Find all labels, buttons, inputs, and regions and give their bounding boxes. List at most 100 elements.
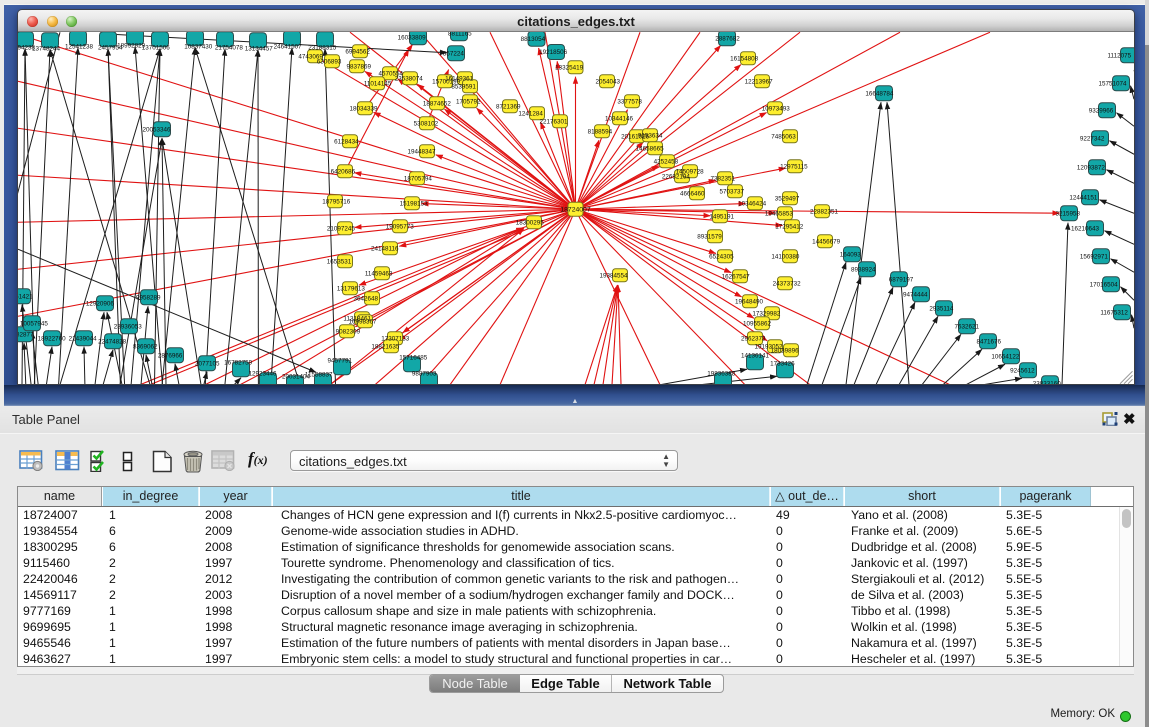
svg-text:9329966: 9329966 bbox=[1089, 107, 1114, 114]
svg-text:8471676: 8471676 bbox=[976, 338, 1001, 345]
svg-text:3642648: 3642648 bbox=[354, 295, 379, 302]
svg-text:11558837: 11558837 bbox=[305, 371, 333, 378]
svg-text:21754078: 21754078 bbox=[215, 44, 244, 51]
svg-text:2876966: 2876966 bbox=[158, 352, 183, 359]
svg-text:10837430: 10837430 bbox=[184, 43, 213, 50]
svg-text:4666460: 4666460 bbox=[680, 190, 705, 197]
svg-text:24373732: 24373732 bbox=[773, 280, 802, 287]
svg-text:1112075: 1112075 bbox=[1108, 52, 1132, 59]
svg-text:2077105: 2077105 bbox=[195, 360, 220, 367]
svg-text:21097245: 21097245 bbox=[327, 225, 356, 232]
svg-text:10344146: 10344146 bbox=[605, 115, 634, 122]
svg-text:17307133: 17307133 bbox=[381, 335, 410, 342]
svg-text:18821635: 18821635 bbox=[371, 343, 400, 350]
svg-text:3215958: 3215958 bbox=[1056, 210, 1081, 217]
svg-text:16210643: 16210643 bbox=[1071, 225, 1100, 232]
svg-text:17329982: 17329982 bbox=[752, 310, 781, 317]
svg-text:12093872: 12093872 bbox=[1077, 164, 1106, 171]
svg-text:3529497: 3529497 bbox=[775, 195, 800, 202]
svg-text:6420686: 6420686 bbox=[331, 168, 356, 175]
svg-text:10057945: 10057945 bbox=[20, 320, 49, 327]
svg-text:12541238: 12541238 bbox=[65, 43, 94, 50]
svg-text:17751421: 17751421 bbox=[18, 293, 33, 300]
svg-text:16998367: 16998367 bbox=[348, 318, 377, 325]
svg-text:18705794: 18705794 bbox=[404, 175, 433, 182]
svg-text:15198153: 15198153 bbox=[400, 200, 429, 207]
svg-text:9082309: 9082309 bbox=[336, 328, 361, 335]
svg-text:1733426: 1733426 bbox=[770, 360, 795, 367]
svg-text:18724007: 18724007 bbox=[560, 207, 590, 214]
svg-text:18922760: 18922760 bbox=[38, 335, 67, 342]
svg-text:21439044: 21439044 bbox=[69, 335, 98, 342]
svg-text:14456679: 14456679 bbox=[812, 238, 841, 245]
svg-text:19448347: 19448347 bbox=[407, 148, 436, 155]
svg-text:12444151: 12444151 bbox=[1069, 194, 1098, 201]
svg-text:8813054: 8813054 bbox=[521, 36, 546, 43]
svg-text:1241284: 1241284 bbox=[518, 110, 543, 117]
svg-text:3377578: 3377578 bbox=[617, 98, 642, 105]
svg-text:9887903: 9887903 bbox=[412, 370, 437, 377]
svg-text:6128434: 6128434 bbox=[334, 138, 359, 145]
svg-text:15692971: 15692971 bbox=[1080, 253, 1109, 260]
svg-text:8721369: 8721369 bbox=[496, 103, 521, 110]
svg-text:8811165: 8811165 bbox=[448, 32, 472, 37]
svg-text:20053346: 20053346 bbox=[142, 126, 171, 133]
svg-text:22474828: 22474828 bbox=[98, 338, 127, 345]
svg-text:6482877: 6482877 bbox=[18, 331, 34, 338]
svg-text:8539591: 8539591 bbox=[451, 83, 476, 90]
svg-text:14136141: 14136141 bbox=[741, 352, 770, 359]
svg-text:2962373: 2962373 bbox=[741, 335, 766, 342]
svg-text:7857224: 7857224 bbox=[439, 50, 464, 57]
svg-text:16033809: 16033809 bbox=[398, 34, 427, 41]
svg-text:24641507: 24641507 bbox=[274, 43, 303, 50]
svg-text:13325419: 13325419 bbox=[555, 64, 584, 71]
svg-text:8369062: 8369062 bbox=[133, 343, 158, 350]
svg-text:10654122: 10654122 bbox=[991, 353, 1020, 360]
svg-text:9958289: 9958289 bbox=[136, 294, 161, 301]
svg-text:2054043: 2054043 bbox=[595, 78, 620, 85]
svg-text:164093: 164093 bbox=[840, 251, 862, 258]
svg-text:16648784: 16648784 bbox=[865, 90, 894, 97]
svg-text:12920906: 12920906 bbox=[86, 300, 115, 307]
svg-text:13701506: 13701506 bbox=[142, 44, 171, 51]
svg-text:13134457: 13134457 bbox=[245, 45, 274, 52]
svg-text:14658665: 14658665 bbox=[636, 145, 665, 152]
svg-text:13179613: 13179613 bbox=[337, 285, 366, 292]
svg-text:8938924: 8938924 bbox=[851, 266, 876, 273]
svg-text:18034339: 18034339 bbox=[349, 105, 378, 112]
svg-text:6306893: 6306893 bbox=[317, 58, 342, 65]
svg-text:10973493: 10973493 bbox=[762, 105, 791, 112]
svg-text:18874652: 18874652 bbox=[423, 100, 452, 107]
svg-text:10346424: 10346424 bbox=[738, 200, 767, 207]
svg-text:18795716: 18795716 bbox=[322, 198, 351, 205]
svg-text:17295412: 17295412 bbox=[775, 223, 804, 230]
svg-text:14509728: 14509728 bbox=[676, 168, 705, 175]
svg-text:6994562: 6994562 bbox=[345, 48, 370, 55]
svg-text:8188594: 8188594 bbox=[588, 128, 613, 135]
svg-text:5308102: 5308102 bbox=[414, 120, 439, 127]
svg-text:19384554: 19384554 bbox=[599, 272, 628, 279]
svg-text:7382351: 7382351 bbox=[711, 175, 736, 182]
svg-text:9153634: 9153634 bbox=[638, 132, 663, 139]
svg-text:7632621: 7632621 bbox=[955, 323, 980, 330]
svg-text:16267547: 16267547 bbox=[722, 273, 751, 280]
svg-text:24148116: 24148116 bbox=[371, 245, 399, 252]
svg-text:13748244: 13748244 bbox=[32, 45, 61, 52]
svg-text:19465853: 19465853 bbox=[765, 210, 794, 217]
svg-text:16154808: 16154808 bbox=[730, 55, 759, 62]
svg-text:19648490: 19648490 bbox=[735, 298, 764, 305]
svg-text:9245612: 9245612 bbox=[1010, 367, 1035, 374]
svg-text:17016504: 17016504 bbox=[1090, 281, 1119, 288]
svg-text:15751074: 15751074 bbox=[1098, 80, 1127, 87]
svg-text:15716485: 15716485 bbox=[399, 354, 428, 361]
svg-text:19095773: 19095773 bbox=[386, 223, 415, 230]
svg-text:9457791: 9457791 bbox=[327, 357, 352, 364]
svg-text:18300295: 18300295 bbox=[516, 219, 545, 226]
svg-text:23188315: 23188315 bbox=[308, 44, 337, 51]
svg-text:12923446: 12923446 bbox=[248, 370, 277, 377]
svg-text:1653531: 1653531 bbox=[327, 258, 352, 265]
svg-text:11014145: 11014145 bbox=[364, 80, 392, 87]
svg-text:14100380: 14100380 bbox=[771, 253, 800, 260]
svg-text:23538074: 23538074 bbox=[395, 75, 424, 82]
svg-text:19836388: 19836388 bbox=[707, 370, 736, 377]
